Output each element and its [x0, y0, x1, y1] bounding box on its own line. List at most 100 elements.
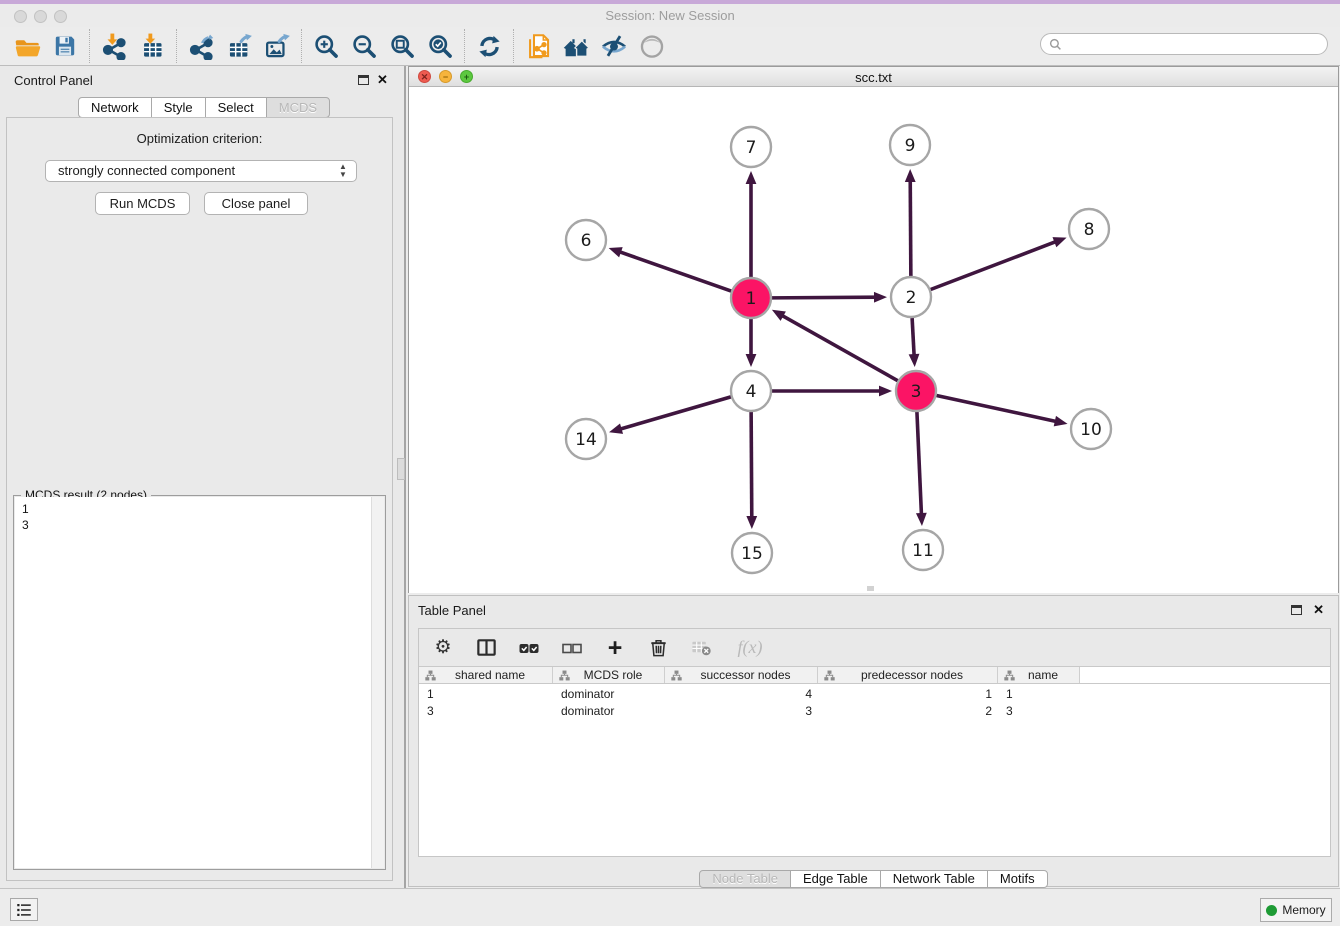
graph-node-14[interactable]: 14 — [566, 419, 606, 459]
column-header-MCDS-role[interactable]: MCDS role — [553, 667, 665, 683]
tab-select[interactable]: Select — [205, 97, 267, 118]
cell-MCDS-role[interactable]: dominator — [553, 685, 665, 702]
graph-node-10[interactable]: 10 — [1071, 409, 1111, 449]
delete-row-button[interactable] — [644, 634, 672, 662]
home-button[interactable] — [557, 29, 595, 63]
float-table-panel-icon[interactable] — [1291, 605, 1302, 615]
toolbar-separator — [301, 29, 302, 63]
criterion-select[interactable]: strongly connected component ▲▼ — [45, 160, 357, 182]
delete-table-button[interactable] — [687, 634, 715, 662]
graph-edge-3-10[interactable] — [937, 395, 1068, 426]
window-resize-grip[interactable] — [867, 586, 874, 591]
table-row[interactable]: 1dominator411 — [419, 685, 1330, 702]
cell-successor-nodes[interactable]: 3 — [665, 702, 818, 719]
show-columns-button[interactable] — [472, 634, 500, 662]
cell-predecessor-nodes[interactable]: 2 — [818, 702, 998, 719]
close-table-panel-icon[interactable]: ✕ — [1313, 603, 1324, 616]
hide-panel-button[interactable] — [595, 29, 633, 63]
graph-node-9[interactable]: 9 — [890, 125, 930, 165]
zoom-fit-button[interactable] — [383, 29, 421, 63]
application-window: Session: New Session — [0, 0, 1340, 926]
memory-button[interactable]: Memory — [1260, 898, 1332, 922]
mcds-result-scrollbar[interactable] — [371, 497, 384, 868]
graph-edge-2-9[interactable] — [905, 169, 916, 276]
cell-shared-name[interactable]: 3 — [419, 702, 553, 719]
export-network-button[interactable] — [182, 29, 220, 63]
close-panel-button[interactable]: Close panel — [204, 192, 308, 215]
graph-node-2[interactable]: 2 — [891, 277, 931, 317]
network-window-titlebar[interactable]: ✕ − + scc.txt — [409, 67, 1338, 87]
new-network-from-file-button[interactable] — [519, 29, 557, 63]
save-session-button[interactable] — [46, 29, 84, 63]
tab-node-table[interactable]: Node Table — [699, 870, 791, 888]
tab-style[interactable]: Style — [151, 97, 206, 118]
refresh-button[interactable] — [470, 29, 508, 63]
tab-motifs[interactable]: Motifs — [987, 870, 1048, 888]
graph-edge-3-11[interactable] — [916, 412, 927, 526]
search-field[interactable] — [1040, 33, 1328, 55]
import-network-button[interactable] — [95, 29, 133, 63]
tab-network-table[interactable]: Network Table — [880, 870, 988, 888]
columns-icon — [475, 636, 498, 659]
graph-edge-1-7[interactable] — [746, 171, 757, 277]
column-header-predecessor-nodes[interactable]: predecessor nodes — [818, 667, 998, 683]
graph-edge-2-8[interactable] — [931, 237, 1067, 289]
export-image-button[interactable] — [258, 29, 296, 63]
tab-edge-table[interactable]: Edge Table — [790, 870, 881, 888]
cell-name[interactable]: 3 — [998, 702, 1080, 719]
graph-edge-4-14[interactable] — [609, 397, 731, 434]
column-header-shared-name[interactable]: shared name — [419, 667, 553, 683]
cell-predecessor-nodes[interactable]: 1 — [818, 685, 998, 702]
column-header-successor-nodes[interactable]: successor nodes — [665, 667, 818, 683]
tab-network[interactable]: Network — [78, 97, 152, 118]
deselect-all-button[interactable] — [558, 634, 586, 662]
graph-node-11[interactable]: 11 — [903, 530, 943, 570]
network-graph[interactable]: 7 9 6 8 1 2 4 3 14 10 15 11 — [409, 88, 1338, 593]
select-all-button[interactable] — [515, 634, 543, 662]
graph-edge-4-15[interactable] — [746, 412, 757, 529]
memory-status-icon — [1266, 905, 1277, 916]
gear-icon: ⚙ — [434, 638, 451, 658]
table-row[interactable]: 3dominator323 — [419, 702, 1330, 719]
open-file-button[interactable] — [8, 29, 46, 63]
graph-node-4[interactable]: 4 — [731, 371, 771, 411]
graph-edge-1-2[interactable] — [772, 292, 887, 303]
graph-node-3[interactable]: 3 — [896, 371, 936, 411]
graph-node-6[interactable]: 6 — [566, 220, 606, 260]
show-panel-button[interactable] — [633, 29, 671, 63]
graph-node-label: 14 — [575, 430, 597, 450]
zoom-in-button[interactable] — [307, 29, 345, 63]
zoom-out-icon — [351, 33, 378, 60]
function-builder-button[interactable]: f(x) — [730, 634, 770, 662]
close-panel-icon[interactable]: ✕ — [377, 73, 388, 86]
graph-node-1[interactable]: 1 — [731, 278, 771, 318]
table-settings-button[interactable]: ⚙ — [429, 634, 457, 662]
column-header-name[interactable]: name — [998, 667, 1080, 683]
search-input[interactable] — [1062, 36, 1319, 52]
zoom-selected-button[interactable] — [421, 29, 459, 63]
graph-node-label: 1 — [746, 289, 757, 309]
import-table-button[interactable] — [133, 29, 171, 63]
graph-node-15[interactable]: 15 — [732, 533, 772, 573]
cell-MCDS-role[interactable]: dominator — [553, 702, 665, 719]
add-row-button[interactable]: + — [601, 634, 629, 662]
run-mcds-button[interactable]: Run MCDS — [95, 192, 190, 215]
panel-splitter-handle[interactable] — [397, 458, 405, 480]
graph-node-label: 4 — [746, 382, 757, 402]
cell-successor-nodes[interactable]: 4 — [665, 685, 818, 702]
graph-edge-1-4[interactable] — [746, 319, 757, 367]
graph-node-8[interactable]: 8 — [1069, 209, 1109, 249]
graph-edge-3-1[interactable] — [772, 310, 898, 381]
cell-shared-name[interactable]: 1 — [419, 685, 553, 702]
zoom-out-button[interactable] — [345, 29, 383, 63]
graph-edge-1-6[interactable] — [609, 247, 732, 291]
graph-node-7[interactable]: 7 — [731, 127, 771, 167]
task-history-button[interactable] — [10, 898, 38, 921]
graph-edge-2-3[interactable] — [909, 318, 920, 367]
tab-mcds[interactable]: MCDS — [266, 97, 330, 118]
float-panel-icon[interactable] — [358, 75, 369, 85]
graph-edge-4-3[interactable] — [772, 386, 892, 397]
export-table-button[interactable] — [220, 29, 258, 63]
mcds-result-textarea[interactable]: 13 — [15, 497, 384, 868]
cell-name[interactable]: 1 — [998, 685, 1080, 702]
